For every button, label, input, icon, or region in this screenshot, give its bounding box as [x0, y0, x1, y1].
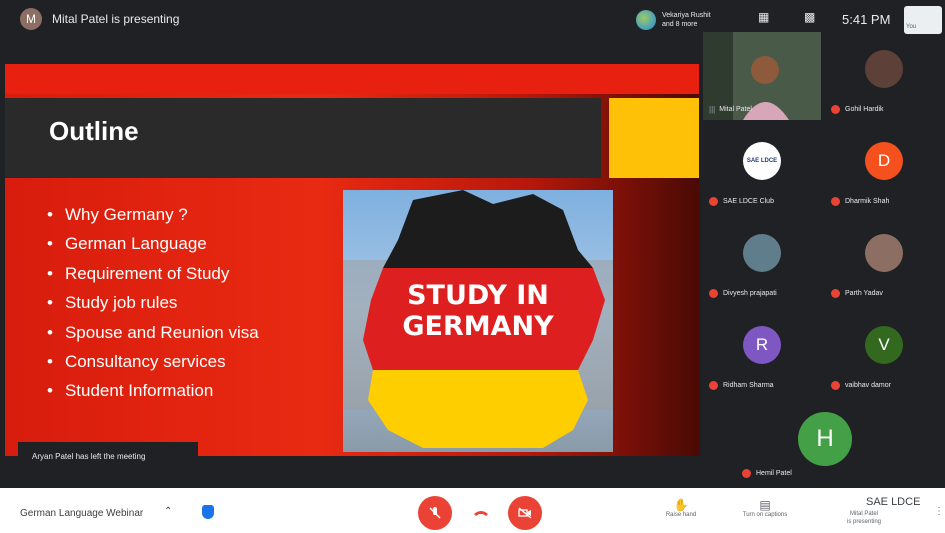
participant-avatar: R [743, 326, 781, 364]
presenting-status[interactable]: Mital Patel is presenting [836, 510, 892, 526]
participant-tile[interactable]: ||| Mital Patel [703, 32, 821, 120]
study-in-germany-image: STUDY IN GERMANY [343, 190, 613, 452]
participant-tile[interactable]: D Dharmik Shah [825, 124, 943, 212]
mic-off-icon [831, 105, 840, 114]
bullet-item: Requirement of Study [47, 259, 259, 288]
captions-icon: ▤ [759, 498, 771, 512]
captions-label: Turn on captions [742, 512, 788, 518]
bullet-item: Student Information [47, 376, 259, 405]
mic-off-icon [831, 197, 840, 206]
layout-icon[interactable]: ▦ [758, 10, 769, 24]
participant-name-text: Divyesh prajapati [723, 290, 777, 297]
participant-name: Dharmik Shah [831, 197, 889, 206]
participant-name: Gohil Hardik [831, 105, 884, 114]
participant-name-text: vaibhav damor [845, 382, 891, 389]
bullet-item: Consultancy services [47, 347, 259, 376]
raise-hand-label: Raise hand [665, 512, 697, 518]
meeting-stage: M Mital Patel is presenting Vekariya Rus… [0, 0, 945, 488]
participant-tile[interactable]: Parth Yadav [825, 216, 943, 304]
microphone-off-button[interactable] [418, 496, 452, 530]
participant-avatar: D [865, 142, 903, 180]
image-text-line2: GERMANY [402, 311, 554, 342]
mic-off-icon [429, 507, 441, 519]
bullet-item: Spouse and Reunion visa [47, 318, 259, 347]
participant-tile-large[interactable]: H Hemil Patel [738, 404, 856, 484]
security-shield-icon[interactable] [202, 505, 214, 519]
clock: 5:41 PM [842, 12, 891, 27]
bottom-toolbar: German Language Webinar ⌃ ✋ Raise hand ▤… [0, 488, 945, 533]
camera-off-icon [518, 507, 532, 519]
raise-hand-button[interactable]: ✋ Raise hand [646, 498, 716, 518]
participant-name-text: Hemil Patel [756, 470, 792, 477]
slide-top-band [5, 64, 699, 94]
camera-off-button[interactable] [508, 496, 542, 530]
participant-name: Hemil Patel [742, 469, 792, 478]
slide-bullets: Why Germany ? German Language Requiremen… [47, 200, 259, 406]
hand-icon: ✋ [673, 498, 689, 512]
joined-notification[interactable]: Vekariya Rushit and 8 more [636, 6, 736, 34]
leave-call-button[interactable] [464, 496, 498, 530]
brand-logo: SAE LDCE [866, 496, 921, 508]
captions-button[interactable]: ▤ Turn on captions [730, 498, 800, 518]
presentation-slide: Outline Why Germany ? German Language Re… [5, 64, 699, 456]
presenter-avatar: M [20, 8, 42, 30]
participant-name-text: Ridham Sharma [723, 382, 774, 389]
joined-avatar [636, 10, 656, 30]
meeting-details[interactable]: German Language Webinar [20, 508, 143, 519]
hang-up-icon [474, 511, 488, 516]
participant-tile[interactable]: R Ridham Sharma [703, 308, 821, 396]
participant-tile[interactable]: V vaibhav damor [825, 308, 943, 396]
participant-photo [743, 234, 781, 272]
participant-avatar: H [798, 412, 852, 466]
joined-text: Vekariya Rushit and 8 more [662, 12, 711, 28]
presenter-status: Mital Patel is presenting [52, 12, 180, 26]
left-meeting-toast: Aryan Patel has left the meeting [18, 442, 198, 470]
more-options-icon[interactable]: ⋮ [934, 506, 944, 517]
participant-tile[interactable]: Divyesh prajapati [703, 216, 821, 304]
participant-avatar: V [865, 326, 903, 364]
self-label: You [906, 24, 917, 30]
participant-name-text: Gohil Hardik [845, 106, 884, 113]
slide-title: Outline [49, 116, 139, 146]
chevron-up-icon[interactable]: ⌃ [164, 506, 172, 517]
mic-off-icon [709, 289, 718, 298]
participant-photo [865, 50, 903, 88]
participant-photo [865, 234, 903, 272]
slide-accent-box [609, 98, 699, 178]
captions-icon[interactable]: ▩ [804, 10, 815, 24]
participant-name-text: SAE LDCE Club [723, 198, 774, 205]
participant-logo: SAE LDCE [743, 142, 781, 180]
participant-name-text: Mital Patel [719, 106, 752, 113]
image-text-line1: STUDY IN [407, 280, 549, 311]
participant-name: vaibhav damor [831, 381, 891, 390]
participant-name: Divyesh prajapati [709, 289, 777, 298]
mic-off-icon [831, 289, 840, 298]
participant-name: ||| Mital Patel [709, 105, 752, 114]
mic-off-icon [831, 381, 840, 390]
bullet-item: Study job rules [47, 288, 259, 317]
participant-name-text: Parth Yadav [845, 290, 883, 297]
mic-off-icon [709, 197, 718, 206]
mic-off-icon [742, 469, 751, 478]
participant-name: Parth Yadav [831, 289, 883, 298]
bullet-item: German Language [47, 229, 259, 258]
study-in-germany-text: STUDY IN GERMANY [373, 280, 583, 342]
mic-off-icon [709, 381, 718, 390]
participant-tile[interactable]: Gohil Hardik [825, 32, 943, 120]
participant-name-text: Dharmik Shah [845, 198, 890, 205]
participant-tile[interactable]: SAE LDCE SAE LDCE Club [703, 124, 821, 212]
participant-name: Ridham Sharma [709, 381, 774, 390]
bullet-item: Why Germany ? [47, 200, 259, 229]
participant-name: SAE LDCE Club [709, 197, 774, 206]
mic-on-icon: ||| [709, 105, 716, 114]
